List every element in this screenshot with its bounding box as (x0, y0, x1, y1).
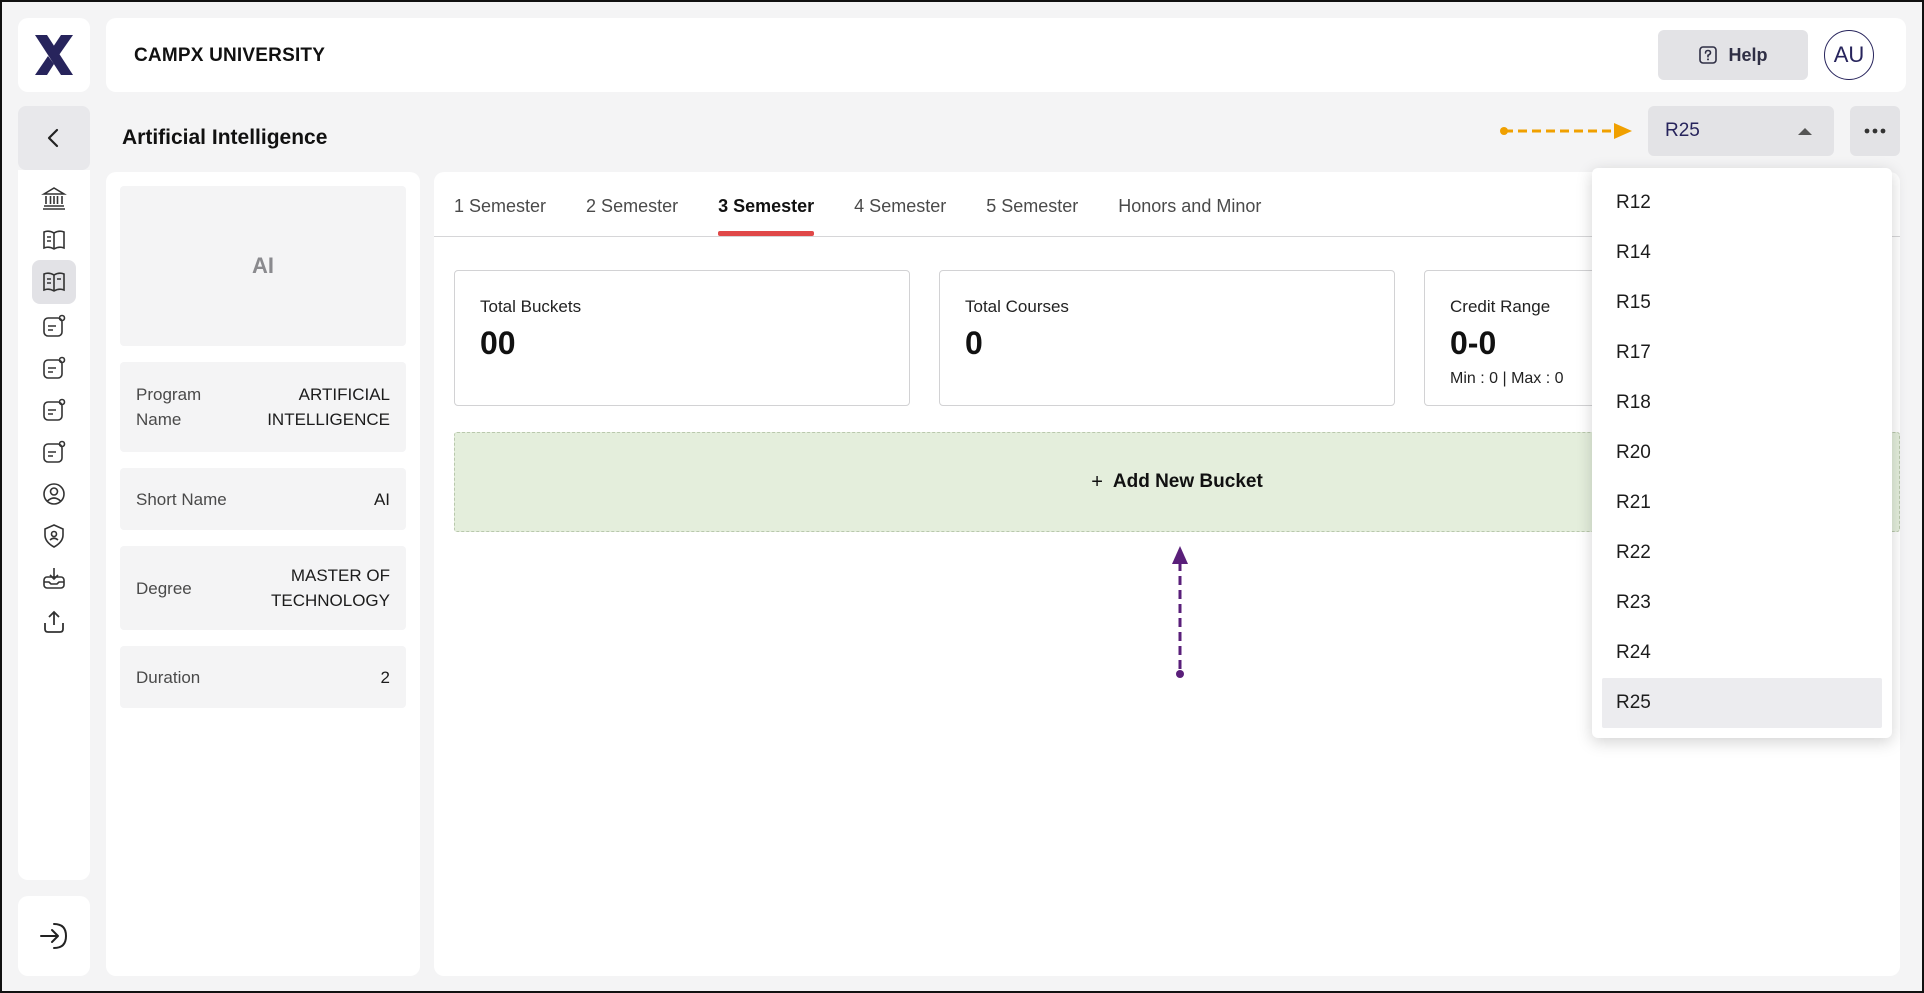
short-name-row: Short Name AI (120, 468, 406, 530)
nav-rail (18, 170, 90, 880)
nav-bank-icon[interactable] (32, 176, 76, 220)
stat-label: Total Courses (965, 297, 1069, 316)
info-value: 2 (380, 667, 390, 687)
upload-icon (44, 610, 64, 633)
regulation-option-selected[interactable]: R25 (1602, 678, 1882, 728)
regulation-option[interactable]: R12 (1602, 178, 1882, 228)
more-options-button[interactable] (1850, 106, 1900, 156)
regulation-option[interactable]: R17 (1602, 328, 1882, 378)
regulation-option[interactable]: R22 (1602, 528, 1882, 578)
badge-icon (43, 440, 66, 463)
tab-4-semester[interactable]: 4 Semester (854, 172, 946, 236)
nav-download-tray-icon[interactable] (32, 556, 76, 600)
download-tray-icon (43, 568, 65, 589)
program-name-row: Program Name ARTIFICIAL INTELLIGENCE (120, 362, 406, 452)
regulation-option[interactable]: R18 (1602, 378, 1882, 428)
tab-2-semester[interactable]: 2 Semester (586, 172, 678, 236)
help-question-icon (1699, 46, 1718, 64)
tab-honors-and-minor[interactable]: Honors and Minor (1118, 172, 1261, 236)
nav-shield-user-icon[interactable] (32, 514, 76, 558)
total-buckets-card: Total Buckets 00 (454, 270, 910, 406)
regulation-option[interactable]: R20 (1602, 428, 1882, 478)
book-icon (43, 230, 65, 250)
top-bar: CAMPX UNIVERSITY Help AU (106, 18, 1906, 92)
info-label: Program Name (136, 385, 202, 429)
nav-book-icon[interactable] (32, 218, 76, 262)
info-label: Degree (136, 578, 192, 598)
tab-1-semester[interactable]: 1 Semester (454, 172, 546, 236)
logout-arrow-icon (40, 923, 67, 949)
regulation-dropdown: R12 R14 R15 R17 R18 R20 R21 R22 R23 R24 … (1592, 168, 1892, 738)
shield-user-icon (44, 524, 64, 548)
campx-x-logo-icon (35, 35, 73, 75)
program-tile: AI (120, 186, 406, 346)
university-name: CAMPX UNIVERSITY (134, 45, 326, 66)
avatar[interactable]: AU (1824, 30, 1874, 80)
help-button[interactable]: Help (1658, 30, 1808, 80)
badge-icon (43, 314, 66, 337)
info-label: Duration (136, 667, 201, 687)
page-title: Artificial Intelligence (122, 126, 328, 149)
stat-value: 00 (480, 325, 516, 361)
plus-icon: + (1091, 470, 1103, 493)
nav-badge-icon-2[interactable] (32, 346, 76, 390)
bank-icon (41, 187, 67, 210)
stat-value: 0 (965, 325, 983, 361)
logout-button[interactable] (18, 896, 90, 976)
nav-book-open-icon[interactable] (32, 260, 76, 304)
stat-label: Total Buckets (480, 297, 582, 316)
book-open-icon (43, 272, 65, 292)
help-label: Help (1728, 44, 1768, 65)
regulation-selected-value: R25 (1665, 120, 1700, 141)
total-courses-card: Total Courses 0 (939, 270, 1395, 406)
info-value: ARTIFICIAL INTELLIGENCE (267, 385, 390, 429)
info-value: AI (373, 489, 390, 509)
nav-upload-icon[interactable] (32, 600, 76, 644)
program-info-panel: AI Program Name ARTIFICIAL INTELLIGENCE … (106, 172, 420, 976)
nav-badge-icon-3[interactable] (32, 388, 76, 432)
tab-3-semester[interactable]: 3 Semester (718, 172, 815, 236)
regulation-option[interactable]: R21 (1602, 478, 1882, 528)
regulation-select[interactable]: R25 (1648, 106, 1834, 156)
info-label: Short Name (136, 489, 227, 509)
annotation-arrow-purple (1172, 546, 1188, 678)
logo[interactable] (18, 18, 90, 92)
semester-tabs: 1 Semester 2 Semester 3 Semester 4 Semes… (454, 172, 1261, 236)
chevron-left-icon (47, 128, 59, 148)
nav-badge-icon-4[interactable] (32, 430, 76, 474)
nav-user-circle-icon[interactable] (32, 472, 76, 516)
degree-row: Degree MASTER OF TECHNOLOGY (120, 546, 406, 630)
caret-up-icon (1798, 128, 1812, 135)
annotation-arrow-orange (1500, 123, 1632, 139)
regulation-option[interactable]: R23 (1602, 578, 1882, 628)
regulation-option[interactable]: R14 (1602, 228, 1882, 278)
info-value: MASTER OF TECHNOLOGY (270, 566, 390, 610)
duration-row: Duration 2 (120, 646, 406, 708)
nav-badge-icon-1[interactable] (32, 304, 76, 348)
add-bucket-label: Add New Bucket (1112, 471, 1263, 492)
tab-5-semester[interactable]: 5 Semester (986, 172, 1078, 236)
user-circle-icon (43, 483, 65, 505)
badge-icon (43, 356, 66, 379)
regulation-option[interactable]: R24 (1602, 628, 1882, 678)
badge-icon (43, 398, 66, 421)
more-horizontal-icon (1864, 128, 1886, 134)
back-button[interactable] (18, 106, 90, 170)
regulation-option[interactable]: R15 (1602, 278, 1882, 328)
